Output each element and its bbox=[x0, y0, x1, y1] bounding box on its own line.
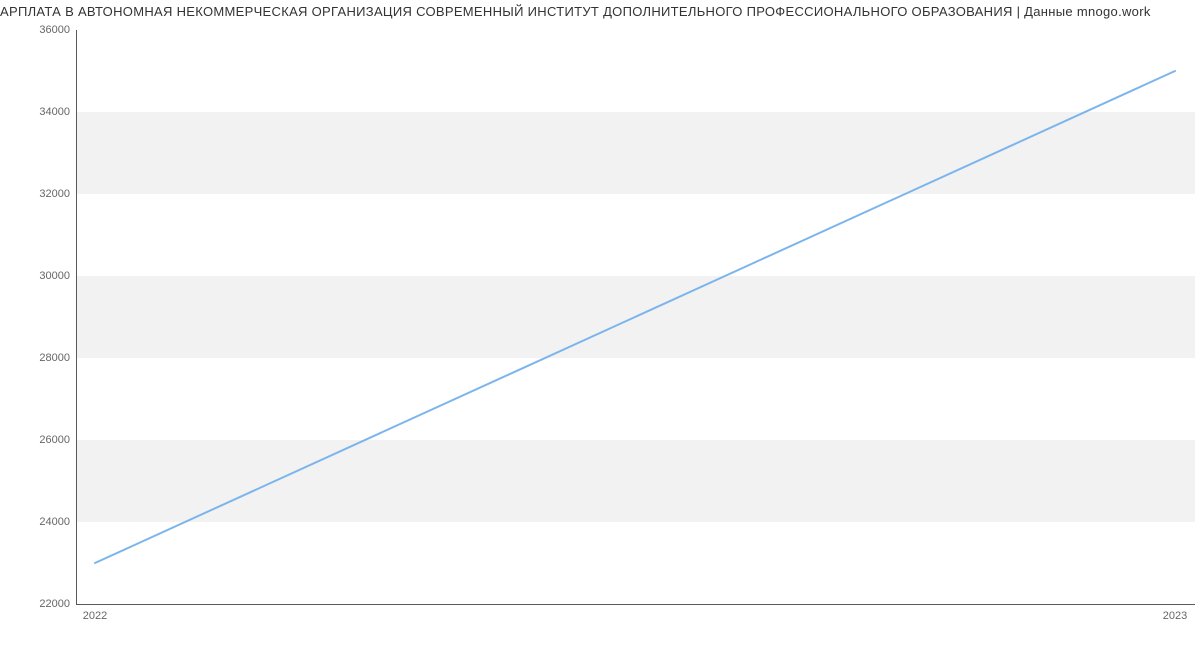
chart-title: АРПЛАТА В АВТОНОМНАЯ НЕКОММЕРЧЕСКАЯ ОРГА… bbox=[0, 4, 1200, 19]
y-tick-label: 30000 bbox=[10, 270, 70, 282]
y-tick-label: 32000 bbox=[10, 188, 70, 200]
chart-container: АРПЛАТА В АВТОНОМНАЯ НЕКОММЕРЧЕСКАЯ ОРГА… bbox=[0, 0, 1200, 650]
chart-line bbox=[76, 30, 1194, 604]
x-tick-label: 2022 bbox=[83, 610, 107, 622]
x-tick-label: 2023 bbox=[1163, 610, 1187, 622]
y-tick-label: 22000 bbox=[10, 598, 70, 610]
y-tick-label: 34000 bbox=[10, 106, 70, 118]
y-tick-label: 26000 bbox=[10, 434, 70, 446]
y-tick-label: 36000 bbox=[10, 24, 70, 36]
y-tick-label: 28000 bbox=[10, 352, 70, 364]
y-tick-label: 24000 bbox=[10, 516, 70, 528]
